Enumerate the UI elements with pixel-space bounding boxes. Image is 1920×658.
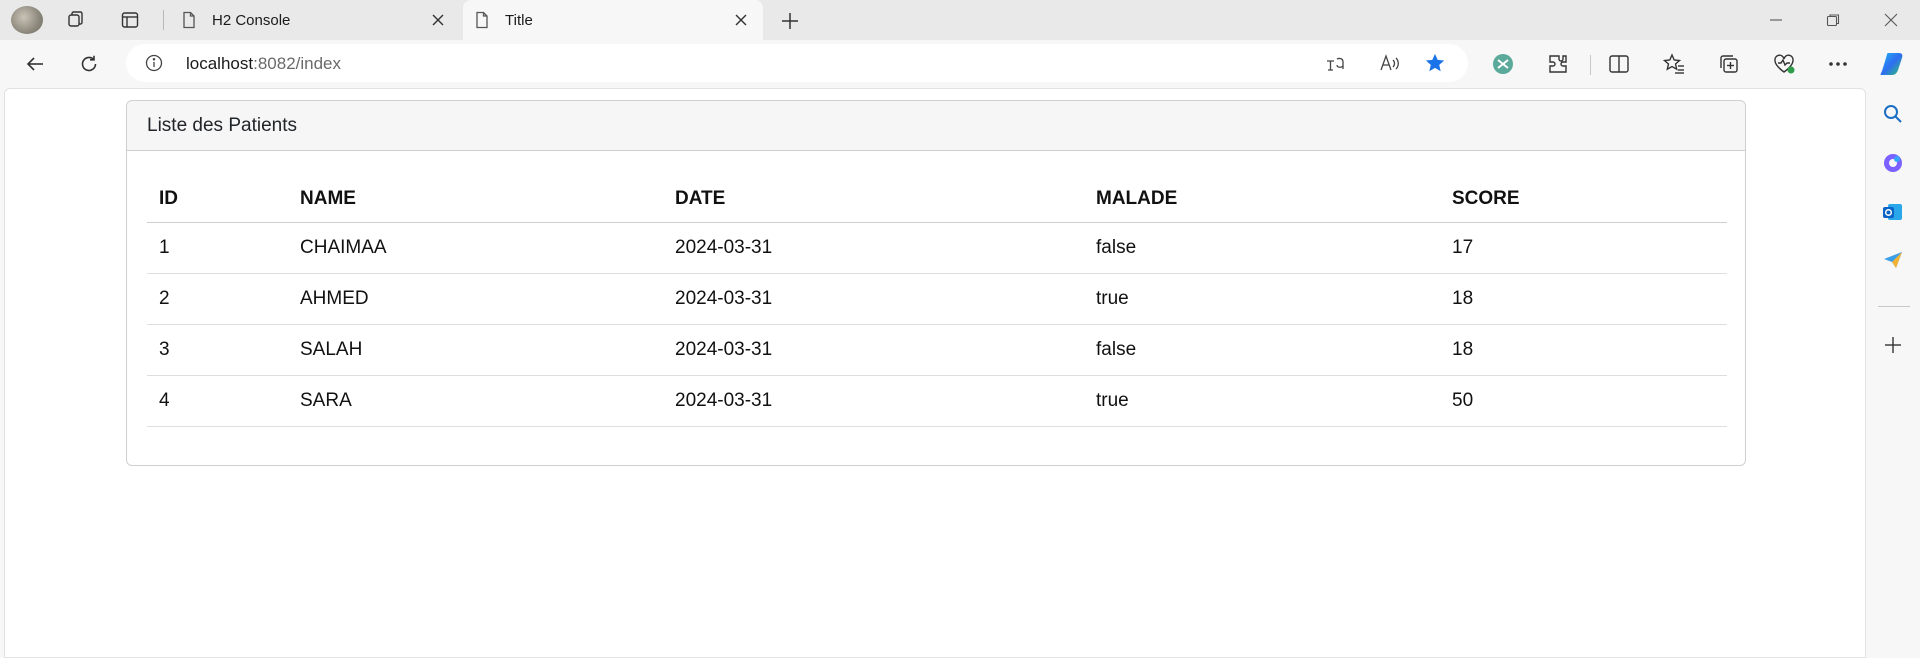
tab-h2-console[interactable]: H2 Console bbox=[170, 0, 460, 40]
tab-title[interactable]: Title bbox=[463, 0, 763, 40]
table-header-row: ID NAME DATE MALADE SCORE bbox=[147, 171, 1727, 223]
favorites-icon[interactable] bbox=[1659, 49, 1689, 79]
cell-malade: false bbox=[1084, 222, 1440, 274]
tab-label: H2 Console bbox=[212, 11, 291, 29]
page-viewport: Liste des Patients ID NAME DATE MALADE S… bbox=[4, 88, 1866, 658]
patients-card: Liste des Patients ID NAME DATE MALADE S… bbox=[126, 100, 1746, 466]
add-icon[interactable] bbox=[1881, 333, 1905, 357]
restore-button[interactable] bbox=[1818, 6, 1848, 34]
card-title: Liste des Patients bbox=[127, 101, 1745, 151]
edge-sidebar bbox=[1866, 88, 1920, 658]
cell-score: 18 bbox=[1440, 324, 1727, 376]
cell-id: 4 bbox=[147, 375, 288, 427]
vertical-tabs-icon[interactable] bbox=[118, 8, 142, 32]
refresh-button[interactable] bbox=[74, 49, 104, 79]
favorite-star-icon[interactable] bbox=[1423, 51, 1447, 75]
page-icon bbox=[473, 11, 491, 29]
cell-score: 18 bbox=[1440, 273, 1727, 325]
extension-icon[interactable] bbox=[1488, 49, 1518, 79]
tab-strip: H2 Console Title bbox=[0, 0, 1920, 40]
cell-malade: true bbox=[1084, 375, 1440, 427]
cell-id: 2 bbox=[147, 273, 288, 325]
table-row: 3 SALAH 2024-03-31 false 18 bbox=[147, 324, 1727, 376]
cell-score: 50 bbox=[1440, 375, 1727, 427]
split-screen-icon[interactable] bbox=[1604, 49, 1634, 79]
profile-avatar[interactable] bbox=[11, 6, 43, 34]
column-header: MALADE bbox=[1084, 171, 1440, 223]
table-row: 1 CHAIMAA 2024-03-31 false 17 bbox=[147, 222, 1727, 274]
cell-id: 3 bbox=[147, 324, 288, 376]
workspaces-icon[interactable] bbox=[64, 8, 88, 32]
send-icon[interactable] bbox=[1881, 248, 1905, 272]
column-header: SCORE bbox=[1440, 171, 1727, 223]
cell-score: 17 bbox=[1440, 222, 1727, 274]
cell-date: 2024-03-31 bbox=[663, 324, 1084, 376]
sidebar-separator bbox=[1878, 306, 1910, 307]
page-icon bbox=[180, 11, 198, 29]
more-options-icon[interactable] bbox=[1823, 49, 1853, 79]
cell-date: 2024-03-31 bbox=[663, 273, 1084, 325]
close-icon[interactable] bbox=[729, 8, 753, 32]
minimize-button[interactable] bbox=[1761, 6, 1791, 34]
collections-icon[interactable] bbox=[1714, 49, 1744, 79]
navigation-bar: localhost:8082/index bbox=[0, 40, 1920, 88]
outlook-icon[interactable] bbox=[1881, 200, 1905, 224]
cell-malade: false bbox=[1084, 324, 1440, 376]
read-aloud-icon[interactable] bbox=[1378, 51, 1402, 75]
site-info-icon[interactable] bbox=[144, 53, 164, 73]
close-icon[interactable] bbox=[426, 8, 450, 32]
browser-essentials-icon[interactable] bbox=[1769, 49, 1799, 79]
cell-date: 2024-03-31 bbox=[663, 222, 1084, 274]
cell-name: AHMED bbox=[288, 273, 663, 325]
tab-separator bbox=[163, 10, 164, 30]
url-host: localhost bbox=[186, 54, 254, 73]
copilot-app-icon[interactable] bbox=[1881, 151, 1905, 175]
back-button[interactable] bbox=[20, 49, 50, 79]
cell-name: SARA bbox=[288, 375, 663, 427]
new-tab-button[interactable] bbox=[777, 8, 803, 34]
column-header: ID bbox=[147, 171, 288, 223]
table-row: 2 AHMED 2024-03-31 true 18 bbox=[147, 273, 1727, 325]
patients-table: ID NAME DATE MALADE SCORE 1 CHAIMAA 2024… bbox=[147, 171, 1727, 427]
url-path: :8082/index bbox=[253, 54, 342, 73]
table-row: 4 SARA 2024-03-31 true 50 bbox=[147, 375, 1727, 427]
extensions-icon[interactable] bbox=[1543, 49, 1573, 79]
close-window-button[interactable] bbox=[1876, 6, 1906, 34]
translate-icon[interactable] bbox=[1324, 51, 1348, 75]
copilot-icon[interactable] bbox=[1878, 49, 1908, 79]
url-text[interactable]: localhost:8082/index bbox=[186, 54, 341, 74]
cell-name: CHAIMAA bbox=[288, 222, 663, 274]
column-header: NAME bbox=[288, 171, 663, 223]
address-bar[interactable]: localhost:8082/index bbox=[126, 44, 1468, 82]
cell-malade: true bbox=[1084, 273, 1440, 325]
cell-id: 1 bbox=[147, 222, 288, 274]
column-header: DATE bbox=[663, 171, 1084, 223]
cell-name: SALAH bbox=[288, 324, 663, 376]
cell-date: 2024-03-31 bbox=[663, 375, 1084, 427]
tab-label: Title bbox=[505, 11, 533, 29]
toolbar-separator bbox=[1590, 55, 1591, 75]
card-body: ID NAME DATE MALADE SCORE 1 CHAIMAA 2024… bbox=[127, 151, 1745, 427]
search-icon[interactable] bbox=[1881, 102, 1905, 126]
